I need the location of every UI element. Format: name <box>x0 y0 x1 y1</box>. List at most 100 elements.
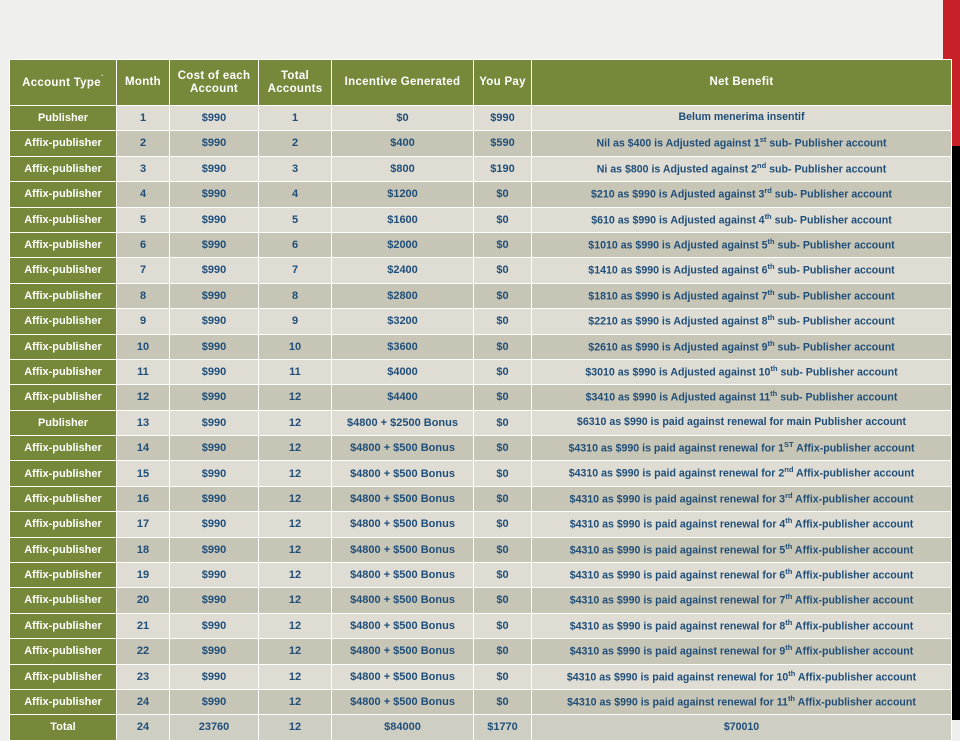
column-header-month[interactable]: Month <box>116 59 170 106</box>
total-accounts-cell: 12 <box>258 562 332 589</box>
incentive-table-container: Account Type` Month Cost of each Account To… <box>9 59 952 741</box>
table-row[interactable]: Affix-publisher 8 $990 8 $2800 $0 $1810 as $99… <box>9 282 952 310</box>
net-benefit-cell: $4310 as $990 is paid against renewal fo… <box>531 562 952 589</box>
table-row[interactable]: Publisher 1 $990 1 $0 $990 Belum menerima inse… <box>9 104 952 132</box>
net-benefit-cell: $2210 as $990 is Adjusted against 8th su… <box>531 308 952 335</box>
table-row[interactable]: Affix-publisher 22 $990 12 $4800 + $500 Bonu… <box>9 638 952 665</box>
incentive-cell: $4800 + $500 Bonus <box>331 688 474 716</box>
table-row[interactable]: Affix-publisher 7 $990 7 $2400 $0 $1410 as $99… <box>9 257 952 284</box>
table-row[interactable]: Affix-publisher 17 $990 12 $4800 + $500 Bonu… <box>9 511 952 538</box>
incentive-cell: $0 <box>331 104 474 132</box>
total-accounts-cell: 4 <box>258 181 332 208</box>
net-benefit-cell: $1010 as $990 is Adjusted against 5th su… <box>531 231 952 259</box>
cost-cell: $990 <box>169 181 259 208</box>
you-pay-cell: $990 <box>473 104 532 132</box>
cost-cell: $990 <box>169 511 259 538</box>
table-row[interactable]: Affix-publisher 12 $990 12 $4400 $0 $3410 as $… <box>9 384 952 411</box>
table-row[interactable]: Affix-publisher 5 $990 5 $1600 $0 $610 as $990… <box>9 206 952 233</box>
month-cell: 11 <box>116 358 170 386</box>
total-accounts-cell: 3 <box>258 155 332 183</box>
total-accounts-cell: 5 <box>258 206 332 233</box>
table-row[interactable]: Affix-publisher 23 $990 12 $4800 + $500 Bonu… <box>9 663 952 690</box>
you-pay-cell: $0 <box>473 511 532 538</box>
cost-cell: $990 <box>169 130 259 157</box>
you-pay-cell: $1770 <box>473 714 532 741</box>
table-row[interactable]: Affix-publisher 14 $990 12 $4800 + $500 Bonu… <box>9 435 952 462</box>
you-pay-cell: $0 <box>473 358 532 386</box>
incentive-cell: $4800 + $500 Bonus <box>331 612 474 640</box>
table-total-row[interactable]: Total 24 23760 12 $84000 $1770 $70010 <box>9 714 952 741</box>
account-type-cell: Affix-publisher <box>9 485 117 513</box>
column-header-cost-of-each-account[interactable]: Cost of each Account <box>169 59 259 106</box>
table-row[interactable]: Publisher 13 $990 12 $4800 + $2500 Bonus $0 $6… <box>9 409 952 437</box>
you-pay-cell: $0 <box>473 460 532 487</box>
table-row[interactable]: Affix-publisher 18 $990 12 $4800 + $500 Bonu… <box>9 536 952 564</box>
cost-cell: $990 <box>169 663 259 690</box>
cost-cell: $990 <box>169 562 259 589</box>
incentive-cell: $4800 + $500 Bonus <box>331 485 474 513</box>
table-row[interactable]: Affix-publisher 11 $990 11 $4000 $0 $3010 as $… <box>9 358 952 386</box>
you-pay-cell: $0 <box>473 536 532 564</box>
table-row[interactable]: Affix-publisher 20 $990 12 $4800 + $500 Bonu… <box>9 587 952 614</box>
total-accounts-cell: 12 <box>258 409 332 437</box>
you-pay-cell: $0 <box>473 663 532 690</box>
column-header-incentive-generated[interactable]: Incentive Generated <box>331 59 474 106</box>
table-row[interactable]: Affix-publisher 19 $990 12 $4800 + $500 Bonu… <box>9 562 952 589</box>
incentive-cell: $1600 <box>331 206 474 233</box>
table-row[interactable]: Affix-publisher 16 $990 12 $4800 + $500 Bonu… <box>9 485 952 513</box>
you-pay-cell: $190 <box>473 155 532 183</box>
net-benefit-cell: $4310 as $990 is paid against renewal fo… <box>531 638 952 665</box>
table-header-row: Account Type` Month Cost of each Account To… <box>9 59 952 106</box>
you-pay-cell: $590 <box>473 130 532 157</box>
you-pay-cell: $0 <box>473 409 532 437</box>
header-footnote-mark: ` <box>100 74 104 84</box>
cost-cell: $990 <box>169 231 259 259</box>
table-header: Account Type` Month Cost of each Account To… <box>9 59 952 106</box>
cost-cell: $990 <box>169 257 259 284</box>
column-header-total-accounts[interactable]: Total Accounts <box>258 59 332 106</box>
table-row[interactable]: Affix-publisher 3 $990 3 $800 $190 Ni as $800 … <box>9 155 952 183</box>
net-benefit-cell: $610 as $990 is Adjusted against 4th sub… <box>531 206 952 233</box>
net-benefit-cell: Nil as $400 is Adjusted against 1st sub-… <box>531 130 952 157</box>
account-type-cell: Affix-publisher <box>9 333 117 360</box>
you-pay-cell: $0 <box>473 231 532 259</box>
table-body: Publisher 1 $990 1 $0 $990 Belum menerima inse… <box>9 104 952 741</box>
incentive-cell: $4800 + $500 Bonus <box>331 536 474 564</box>
table-row[interactable]: Affix-publisher 21 $990 12 $4800 + $500 Bonu… <box>9 612 952 640</box>
month-cell: 1 <box>116 104 170 132</box>
table-row[interactable]: Affix-publisher 15 $990 12 $4800 + $500 Bonu… <box>9 460 952 487</box>
total-accounts-cell: 12 <box>258 511 332 538</box>
table-row[interactable]: Affix-publisher 6 $990 6 $2000 $0 $1010 as $99… <box>9 231 952 259</box>
total-accounts-cell: 12 <box>258 536 332 564</box>
table-row[interactable]: Affix-publisher 2 $990 2 $400 $590 Nil as $400… <box>9 130 952 157</box>
cost-cell: $990 <box>169 206 259 233</box>
cost-cell: $990 <box>169 155 259 183</box>
net-benefit-cell: $4310 as $990 is paid against renewal fo… <box>531 485 952 513</box>
month-cell: 12 <box>116 384 170 411</box>
total-accounts-cell: 1 <box>258 104 332 132</box>
column-header-you-pay[interactable]: You Pay <box>473 59 532 106</box>
column-header-net-benefit[interactable]: Net Benefit <box>531 59 952 106</box>
table-row[interactable]: Affix-publisher 24 $990 12 $4800 + $500 Bonu… <box>9 688 952 716</box>
incentive-cell: $4800 + $500 Bonus <box>331 435 474 462</box>
table-row[interactable]: Affix-publisher 4 $990 4 $1200 $0 $210 as $990… <box>9 181 952 208</box>
total-accounts-cell: 12 <box>258 384 332 411</box>
net-benefit-cell: $210 as $990 is Adjusted against 3rd sub… <box>531 181 952 208</box>
you-pay-cell: $0 <box>473 562 532 589</box>
total-accounts-cell: 12 <box>258 460 332 487</box>
incentive-cell: $800 <box>331 155 474 183</box>
cost-cell: $990 <box>169 688 259 716</box>
account-type-cell: Affix-publisher <box>9 181 117 208</box>
account-type-cell: Affix-publisher <box>9 663 117 690</box>
table-row[interactable]: Affix-publisher 9 $990 9 $3200 $0 $2210 as $99… <box>9 308 952 335</box>
incentive-cell: $3200 <box>331 308 474 335</box>
column-header-account-type[interactable]: Account Type` <box>9 59 117 106</box>
table-row[interactable]: Affix-publisher 10 $990 10 $3600 $0 $2610 as $… <box>9 333 952 360</box>
month-cell: 7 <box>116 257 170 284</box>
cost-cell: $990 <box>169 409 259 437</box>
incentive-cell: $84000 <box>331 714 474 741</box>
cost-cell: $990 <box>169 435 259 462</box>
net-benefit-cell: $3010 as $990 is Adjusted against 10th s… <box>531 358 952 386</box>
total-accounts-cell: 11 <box>258 358 332 386</box>
column-header-label: Total Accounts <box>267 69 323 95</box>
